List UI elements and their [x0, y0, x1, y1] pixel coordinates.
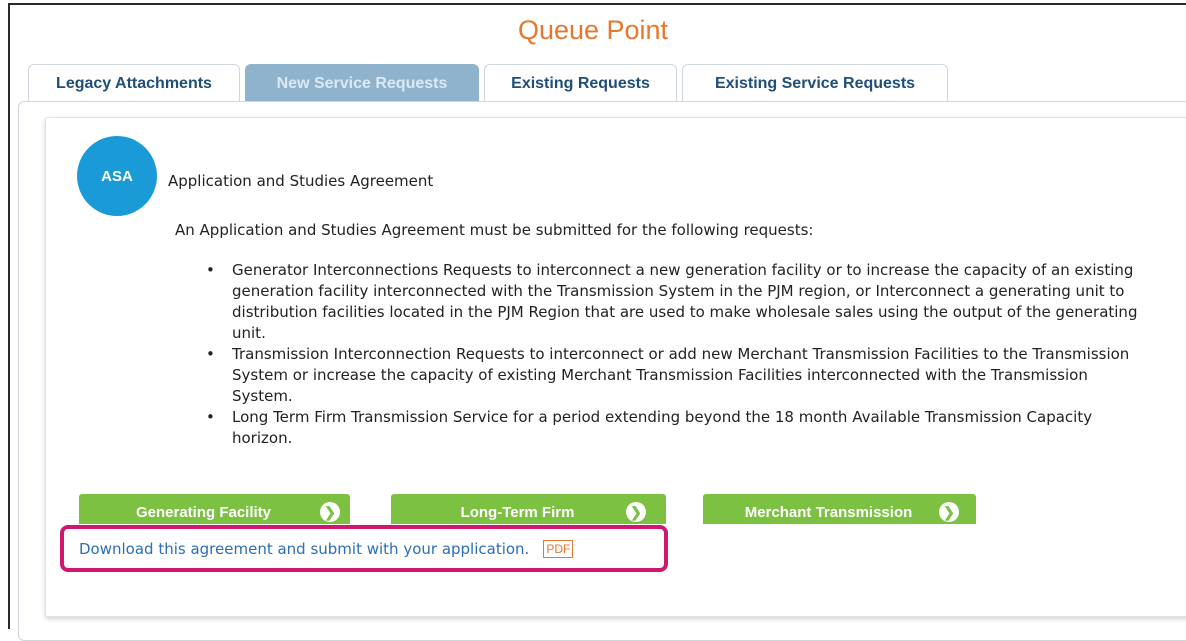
- chevron-right-icon: ❯: [320, 502, 340, 522]
- asa-title: Application and Studies Agreement: [168, 172, 434, 190]
- tab-legacy-attachments[interactable]: Legacy Attachments: [28, 64, 240, 102]
- page-title: Queue Point: [517, 15, 669, 45]
- long-term-firm-label: Long-Term Firm: [460, 503, 575, 521]
- chevron-right-icon: ❯: [626, 502, 646, 522]
- chevron-right-icon: ❯: [939, 502, 959, 522]
- request-item-long-term: Long Term Firm Transmission Service for …: [206, 407, 1152, 449]
- request-list: Generator Interconnections Requests to i…: [206, 260, 1152, 449]
- long-term-firm-button[interactable]: Long-Term Firm ❯: [391, 494, 666, 524]
- button-row: Generating Facility ❯ Long-Term Firm ❯ M…: [0, 494, 1186, 524]
- generating-facility-button[interactable]: Generating Facility ❯: [79, 494, 350, 524]
- asa-intro: An Application and Studies Agreement mus…: [175, 221, 814, 239]
- merchant-transmission-button[interactable]: Merchant Transmission ❯: [703, 494, 976, 524]
- request-item-generator: Generator Interconnections Requests to i…: [206, 260, 1152, 344]
- request-item-transmission: Transmission Interconnection Requests to…: [206, 344, 1152, 407]
- tab-existing-service-requests[interactable]: Existing Service Requests: [682, 64, 948, 102]
- highlight-annotation: [60, 525, 668, 572]
- asa-badge: ASA: [77, 136, 157, 216]
- tab-new-service-requests[interactable]: New Service Requests: [245, 64, 479, 102]
- generating-facility-label: Generating Facility: [135, 503, 272, 521]
- merchant-transmission-label: Merchant Transmission: [744, 503, 913, 521]
- tab-existing-requests[interactable]: Existing Requests: [484, 64, 677, 102]
